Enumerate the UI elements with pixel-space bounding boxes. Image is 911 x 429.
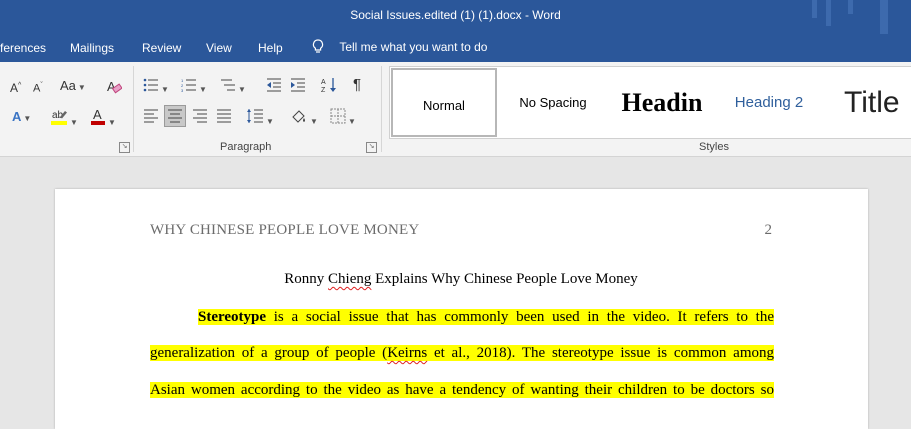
menu-bar: ferences Mailings Review View Help Tell … bbox=[0, 34, 911, 62]
align-right-icon[interactable] bbox=[192, 109, 208, 127]
title-bar: Social Issues.edited (1) (1).docx - Word bbox=[0, 0, 911, 34]
show-formatting-icon[interactable]: ¶ bbox=[353, 77, 361, 93]
tell-me-box[interactable]: Tell me what you want to do bbox=[312, 39, 487, 57]
sort-icon[interactable]: AZ bbox=[321, 77, 337, 97]
shrink-font-icon[interactable]: Aˇ bbox=[33, 78, 43, 97]
align-center-icon[interactable] bbox=[164, 105, 186, 127]
running-header: WHY CHINESE PEOPLE LOVE MONEY bbox=[150, 222, 420, 238]
borders-icon[interactable]: ▼ bbox=[330, 108, 356, 130]
svg-text:3: 3 bbox=[181, 88, 184, 92]
paragraph-line: Stereotype is a social issue that has co… bbox=[198, 309, 774, 325]
tab-references[interactable]: ferences bbox=[0, 41, 46, 55]
style-heading-1[interactable]: Headin bbox=[606, 67, 718, 138]
change-case-label: Aa bbox=[60, 78, 76, 93]
paragraph-dialog-launcher-icon[interactable]: ↘ bbox=[366, 142, 377, 153]
document-page[interactable]: WHY CHINESE PEOPLE LOVE MONEY 2 Ronny Ch… bbox=[55, 189, 868, 429]
tab-review[interactable]: Review bbox=[142, 41, 181, 55]
document-title: Ronny Chieng Explains Why Chinese People… bbox=[284, 271, 638, 287]
decrease-indent-icon[interactable] bbox=[266, 78, 282, 96]
font-color-icon[interactable]: A ▼ bbox=[90, 107, 116, 131]
line-spacing-icon[interactable]: ▼ bbox=[246, 108, 274, 130]
bullets-icon[interactable]: ▼ bbox=[143, 78, 169, 98]
group-separator bbox=[381, 66, 382, 152]
style-heading-2[interactable]: Heading 2 bbox=[724, 67, 814, 138]
spelling-error[interactable]: Chieng bbox=[328, 271, 371, 287]
svg-text:Z: Z bbox=[321, 87, 326, 93]
svg-text:A: A bbox=[321, 79, 326, 86]
tab-mailings[interactable]: Mailings bbox=[70, 41, 114, 55]
text-effects-icon[interactable]: A ▼ bbox=[12, 109, 31, 127]
document-area[interactable]: WHY CHINESE PEOPLE LOVE MONEY 2 Ronny Ch… bbox=[0, 157, 911, 429]
grow-font-icon[interactable]: A^ bbox=[10, 78, 21, 96]
shading-icon[interactable]: ▼ bbox=[290, 108, 318, 130]
tab-help[interactable]: Help bbox=[258, 41, 283, 55]
page-number: 2 bbox=[764, 222, 773, 238]
svg-text:A: A bbox=[93, 107, 102, 122]
group-separator bbox=[133, 66, 134, 152]
clear-formatting-icon[interactable]: A bbox=[106, 78, 123, 98]
lightbulb-icon bbox=[312, 39, 328, 57]
align-left-icon[interactable] bbox=[143, 109, 159, 127]
numbering-icon[interactable]: 1 2 3 ▼ bbox=[181, 78, 207, 98]
window-title: Social Issues.edited (1) (1).docx - Word bbox=[350, 8, 561, 22]
justify-icon[interactable] bbox=[216, 109, 232, 127]
tab-view[interactable]: View bbox=[206, 41, 232, 55]
ribbon: A^ Aˇ Aa ▼ A A ▼ ab ▼ A ▼ ↘ ▼ 1 2 3 ▼ ▼ AZ ¶ ▼ bbox=[0, 62, 911, 157]
paragraph-line: generalization of a group of people (Kei… bbox=[150, 345, 774, 361]
bold-term: Stereotype bbox=[198, 309, 267, 325]
style-no-spacing[interactable]: No Spacing bbox=[504, 67, 602, 138]
multilevel-list-icon[interactable]: ▼ bbox=[220, 78, 246, 98]
styles-group-label: Styles bbox=[699, 141, 729, 153]
paragraph-group-label: Paragraph bbox=[220, 141, 272, 153]
styles-gallery: Normal No Spacing Headin Heading 2 Title bbox=[389, 66, 911, 139]
font-dialog-launcher-icon[interactable]: ↘ bbox=[119, 142, 130, 153]
tell-me-text: Tell me what you want to do bbox=[339, 40, 488, 55]
paragraph-line: Asian women according to the video as ha… bbox=[150, 382, 774, 398]
style-normal[interactable]: Normal bbox=[391, 68, 497, 137]
highlight-color-icon[interactable]: ab ▼ bbox=[50, 107, 78, 131]
style-title[interactable]: Title bbox=[830, 67, 911, 138]
change-case-button[interactable]: Aa ▼ bbox=[60, 78, 86, 96]
spelling-error[interactable]: Keirns bbox=[387, 345, 427, 361]
increase-indent-icon[interactable] bbox=[290, 78, 306, 96]
